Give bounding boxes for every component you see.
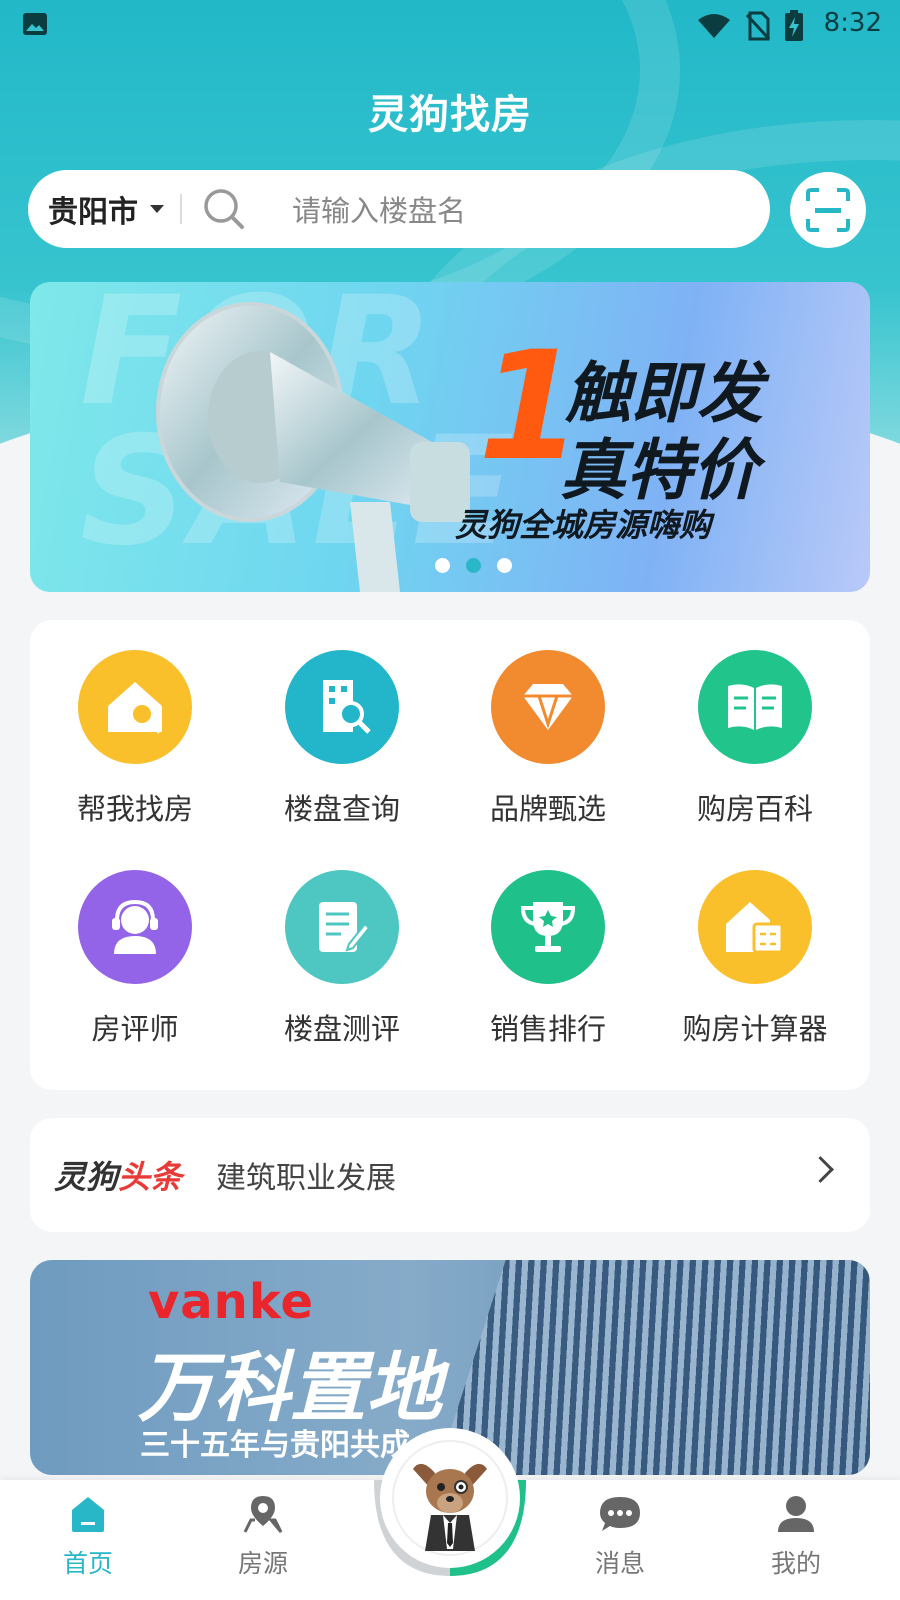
menu-item-calculator[interactable]: 购房计算器 bbox=[650, 870, 860, 1048]
tab-listings[interactable]: 房源 bbox=[203, 1494, 323, 1580]
person-icon bbox=[778, 1496, 814, 1532]
carousel-indicator bbox=[435, 558, 512, 573]
menu-item-label: 销售排行 bbox=[489, 1012, 606, 1046]
news-logo-main: 灵狗 bbox=[54, 1158, 119, 1196]
menu-item-label: 楼盘测评 bbox=[283, 1012, 400, 1046]
center-mascot-button[interactable] bbox=[380, 1428, 520, 1568]
scan-button[interactable] bbox=[790, 172, 866, 248]
menu-item-property-review[interactable]: 楼盘测评 bbox=[237, 870, 447, 1048]
status-time: 8:32 bbox=[823, 8, 882, 38]
menu-item-label: 购房计算器 bbox=[682, 1012, 828, 1046]
chat-icon bbox=[600, 1497, 640, 1531]
search-input[interactable]: 请输入楼盘名 bbox=[292, 188, 466, 230]
promo-banner[interactable]: FOR SALE 1 触即发 真特价 灵狗全城房源嗨购 bbox=[30, 282, 870, 592]
menu-item-label: 帮我找房 bbox=[76, 792, 193, 826]
tab-label: 我的 bbox=[770, 1549, 821, 1578]
menu-item-reviewer[interactable]: 房评师 bbox=[30, 870, 240, 1048]
status-bar: 8:32 bbox=[0, 0, 900, 50]
book-icon bbox=[698, 650, 812, 764]
menu-item-brand-select[interactable]: 品牌甄选 bbox=[443, 650, 653, 828]
carousel-dot[interactable] bbox=[435, 558, 450, 573]
menu-item-label: 品牌甄选 bbox=[489, 792, 606, 826]
ad-subtitle: 三十五年与贵阳共成 bbox=[140, 1428, 410, 1463]
ad-brand-logo: vanke bbox=[148, 1274, 315, 1330]
no-sim-icon bbox=[746, 11, 770, 41]
tab-label: 房源 bbox=[237, 1549, 288, 1578]
headset-person-icon bbox=[78, 870, 192, 984]
menu-item-encyclopedia[interactable]: 购房百科 bbox=[650, 650, 860, 828]
battery-charging-icon bbox=[785, 10, 803, 41]
house-calculator-icon bbox=[698, 870, 812, 984]
menu-item-label: 房评师 bbox=[91, 1012, 179, 1046]
building-search-icon bbox=[285, 650, 399, 764]
menu-item-property-query[interactable]: 楼盘查询 bbox=[237, 650, 447, 828]
carousel-dot-active[interactable] bbox=[466, 558, 481, 573]
menu-item-sales-ranking[interactable]: 销售排行 bbox=[443, 870, 653, 1048]
tab-label: 首页 bbox=[62, 1549, 113, 1578]
menu-item-label: 楼盘查询 bbox=[283, 792, 400, 826]
news-headline[interactable]: 建筑职业发展 bbox=[216, 1153, 396, 1197]
app-title: 灵狗找房 bbox=[368, 92, 532, 138]
chevron-right-icon[interactable] bbox=[807, 1156, 834, 1183]
tab-label: 消息 bbox=[594, 1549, 645, 1578]
feature-grid: 帮我找房 楼盘查询 品牌甄选 购房百科 房评师 楼盘测评 销售排行 购房计算器 bbox=[30, 620, 870, 1090]
house-search-icon bbox=[78, 650, 192, 764]
status-icons bbox=[696, 10, 804, 42]
dog-mascot-icon bbox=[392, 1440, 508, 1556]
diamond-icon bbox=[491, 650, 605, 764]
carousel-dot[interactable] bbox=[497, 558, 512, 573]
document-edit-icon bbox=[285, 870, 399, 984]
city-selector[interactable]: 贵阳市 bbox=[48, 187, 138, 231]
news-ticker[interactable]: 灵狗头条 建筑职业发展 bbox=[30, 1118, 870, 1232]
trophy-icon bbox=[491, 870, 605, 984]
menu-item-label: 购房百科 bbox=[696, 792, 813, 826]
news-logo-accent: 头条 bbox=[118, 1158, 183, 1196]
search-bar[interactable]: 贵阳市 请输入楼盘名 bbox=[28, 170, 770, 248]
news-logo: 灵狗头条 bbox=[54, 1152, 182, 1198]
tab-messages[interactable]: 消息 bbox=[560, 1494, 680, 1580]
megaphone-icon bbox=[156, 302, 470, 592]
wifi-icon bbox=[698, 14, 730, 38]
menu-item-find-house[interactable]: 帮我找房 bbox=[30, 650, 240, 828]
tab-profile[interactable]: 我的 bbox=[736, 1494, 856, 1580]
chevron-down-icon[interactable] bbox=[150, 205, 164, 213]
home-icon bbox=[72, 1497, 104, 1532]
banner-subtitle: 灵狗全城房源嗨购 bbox=[455, 506, 712, 544]
image-icon bbox=[23, 13, 47, 35]
tab-home[interactable]: 首页 bbox=[28, 1494, 148, 1580]
banner-headline-2: 真特价 bbox=[560, 432, 758, 509]
search-icon bbox=[204, 189, 244, 229]
scan-icon bbox=[806, 188, 850, 232]
map-pin-icon bbox=[243, 1496, 283, 1533]
search-divider bbox=[180, 194, 182, 224]
